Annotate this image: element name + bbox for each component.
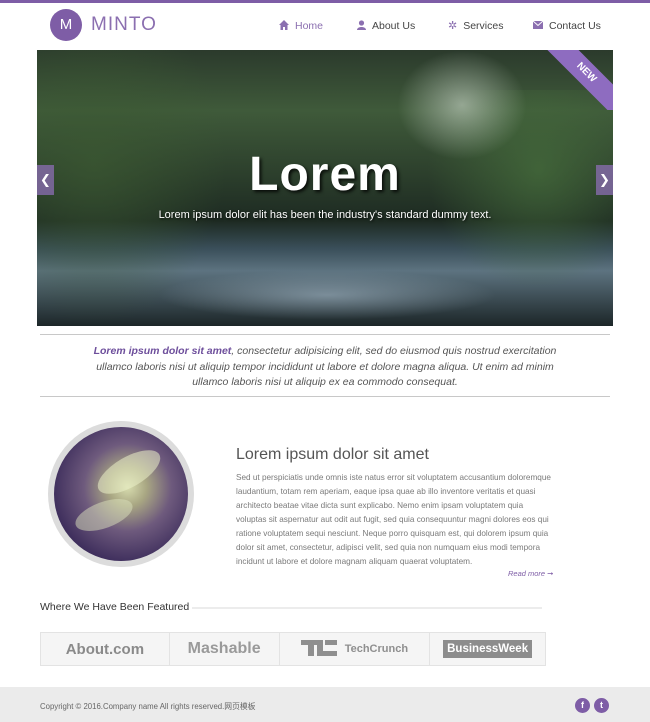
slide-image-river — [157, 270, 497, 320]
feature-image-frame — [48, 421, 194, 567]
nav-services-label: Services — [463, 20, 504, 32]
about-text: Sed ut perspiciatis unde omnis iste natu… — [236, 473, 551, 566]
copyright-text: Copyright © 2016.Company name All rights… — [40, 702, 256, 711]
logo-mashable-text: Mashable — [187, 640, 261, 657]
techcrunch-mark-icon — [300, 639, 337, 659]
slide-title: Lorem — [249, 148, 401, 201]
logo-aboutcom-text: About.com — [65, 640, 145, 658]
twitter-button[interactable]: t — [594, 698, 609, 713]
nav-services[interactable]: ✲ Services — [448, 17, 503, 35]
featured-logos: About.com Mashable TechCrunch BusinessWe… — [40, 632, 546, 666]
user-icon — [357, 19, 366, 33]
about-heading: Lorem ipsum dolor sit amet — [236, 446, 429, 463]
slide-image-sky — [397, 50, 527, 160]
facebook-icon: f — [581, 700, 584, 710]
read-more-link[interactable]: Read more ➞ — [508, 569, 553, 578]
chevron-right-icon: ❯ — [599, 172, 610, 187]
new-ribbon: NEW — [543, 50, 613, 110]
chevron-left-icon: ❮ — [40, 172, 51, 187]
logo-badge[interactable]: M — [50, 9, 82, 41]
logo-techcrunch[interactable]: TechCrunch — [280, 633, 431, 665]
nav-contact-label: Contact Us — [549, 20, 601, 32]
logo-businessweek[interactable]: BusinessWeek — [430, 633, 545, 665]
twitter-icon: t — [600, 700, 603, 710]
nav-home-label: Home — [295, 20, 324, 32]
logo-businessweek-text: BusinessWeek — [443, 640, 533, 658]
logo-mashable[interactable]: Mashable — [170, 633, 280, 665]
slider-next-button[interactable]: ❯ — [596, 165, 613, 195]
feature-image-highlight — [71, 492, 137, 538]
slide-subtitle: Lorem ipsum dolor elit has been the indu… — [158, 209, 492, 221]
hero-slider[interactable]: Lorem Lorem ipsum dolor elit has been th… — [37, 50, 613, 326]
gear-icon: ✲ — [448, 20, 458, 32]
logo-text[interactable]: MINTO — [91, 14, 157, 36]
nav-about-label: About Us — [372, 20, 416, 32]
featured-divider — [192, 607, 542, 609]
quote-lead: Lorem ipsum dolor sit amet — [93, 345, 232, 357]
logo-techcrunch-text: TechCrunch — [344, 643, 409, 655]
nav-home[interactable]: Home — [279, 17, 323, 35]
feature-image-highlight — [91, 441, 167, 503]
logo-letter: M — [59, 16, 73, 33]
new-ribbon-label: NEW — [543, 50, 613, 110]
logo-aboutcom[interactable]: About.com — [41, 633, 170, 665]
divider — [40, 334, 610, 335]
facebook-button[interactable]: f — [575, 698, 590, 713]
nav-contact[interactable]: Contact Us — [532, 17, 601, 35]
divider — [40, 396, 610, 397]
home-icon — [279, 19, 289, 33]
top-accent-bar — [0, 0, 650, 3]
footer: Copyright © 2016.Company name All rights… — [0, 687, 650, 722]
nav-about[interactable]: About Us — [357, 17, 415, 35]
intro-quote: Lorem ipsum dolor sit amet, consectetur … — [90, 344, 560, 391]
featured-heading: Where We Have Been Featured — [40, 601, 190, 613]
envelope-icon — [532, 20, 544, 32]
slider-prev-button[interactable]: ❮ — [37, 165, 54, 195]
feature-image — [54, 427, 188, 561]
